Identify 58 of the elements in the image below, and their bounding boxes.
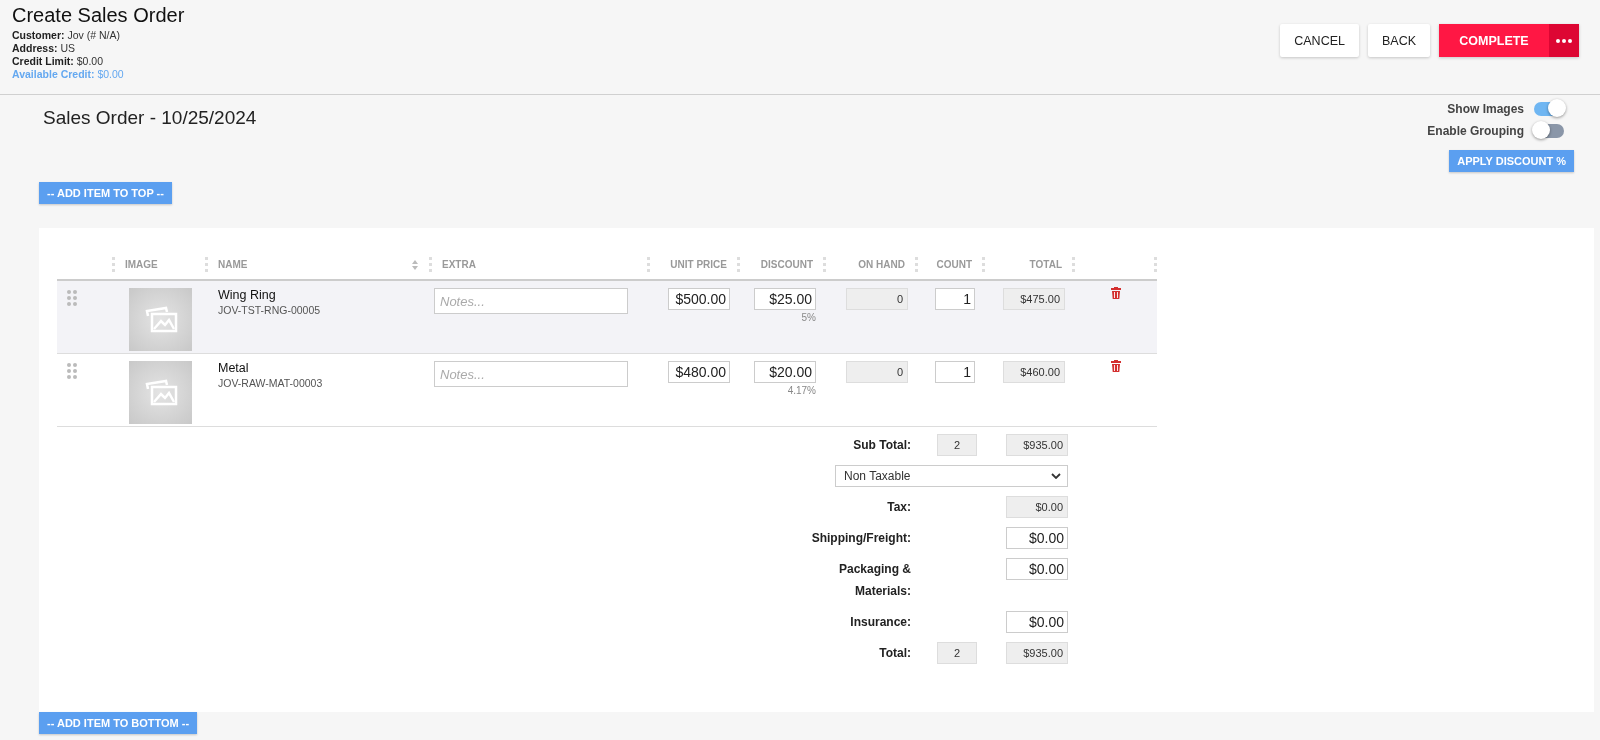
summary-label: Tax: bbox=[886, 499, 911, 516]
header-button[interactable]: CANCEL bbox=[1280, 24, 1359, 57]
sort-icon[interactable] bbox=[411, 258, 419, 271]
item-sku: JOV-RAW-MAT-00003 bbox=[218, 377, 323, 389]
item-name: Wing Ring bbox=[218, 288, 276, 302]
toggle-switch[interactable] bbox=[1534, 124, 1564, 138]
item-row[interactable]: Wing Ring JOV-TST-RNG-00005 Notes... $500.00 $25.00 5% 0 1 $475.00 bbox=[57, 281, 1157, 354]
header-button[interactable]: BACK bbox=[1367, 24, 1430, 57]
unit-price-field[interactable]: $480.00 bbox=[668, 361, 730, 383]
summary-input-field[interactable]: $0.00 bbox=[1006, 527, 1068, 549]
customer-info-line: Address: US bbox=[12, 42, 77, 55]
discount-percent: 4.17% bbox=[787, 385, 816, 396]
customer-info-line: Customer: Jov (# N/A) bbox=[12, 29, 121, 42]
line-total-value: $475.00 bbox=[1003, 288, 1065, 310]
customer-info-line: Credit Limit: $0.00 bbox=[12, 55, 105, 68]
item-sku: JOV-TST-RNG-00005 bbox=[218, 304, 321, 316]
on-hand-value: 0 bbox=[846, 288, 908, 310]
drag-handle-icon[interactable] bbox=[67, 290, 77, 306]
notes-field[interactable]: Notes... bbox=[434, 288, 628, 314]
summary-label: Packaging & Materials: bbox=[837, 561, 911, 600]
summary-label: Sub Total: bbox=[852, 437, 911, 454]
item-row[interactable]: Metal JOV-RAW-MAT-00003 Notes... $480.00 $20.00 4.17% 0 1 $460.00 bbox=[57, 354, 1157, 427]
item-name: Metal bbox=[218, 361, 249, 375]
summary-count: 2 bbox=[937, 642, 977, 664]
summary-value: $935.00 bbox=[1006, 434, 1068, 456]
image-icon bbox=[143, 305, 178, 334]
toggle-switch[interactable] bbox=[1534, 102, 1564, 116]
line-total-value: $460.00 bbox=[1003, 361, 1065, 383]
discount-field[interactable]: $25.00 bbox=[754, 288, 816, 310]
summary-value: $935.00 bbox=[1006, 642, 1068, 664]
complete-button[interactable]: COMPLETE bbox=[1439, 24, 1549, 57]
page-title: Create Sales Order bbox=[12, 3, 185, 27]
toggle-label: Show Images bbox=[1447, 102, 1524, 116]
more-icon bbox=[1556, 38, 1572, 43]
delete-icon[interactable] bbox=[1111, 360, 1121, 372]
summary-label: Shipping/Freight: bbox=[810, 530, 911, 547]
toggle-label: Enable Grouping bbox=[1427, 124, 1524, 138]
image-icon bbox=[143, 378, 178, 407]
order-title: Sales Order - 10/25/2024 bbox=[43, 107, 257, 129]
count-field[interactable]: 1 bbox=[935, 288, 975, 310]
summary-label: Total: bbox=[878, 645, 911, 662]
discount-percent: 5% bbox=[801, 312, 816, 323]
count-field[interactable]: 1 bbox=[935, 361, 975, 383]
notes-field[interactable]: Notes... bbox=[434, 361, 628, 387]
drag-handle-icon[interactable] bbox=[67, 363, 77, 379]
summary-count: 2 bbox=[937, 434, 977, 456]
summary-label: Insurance: bbox=[849, 614, 911, 631]
discount-field[interactable]: $20.00 bbox=[754, 361, 816, 383]
more-button[interactable] bbox=[1549, 24, 1579, 57]
summary-value: $0.00 bbox=[1006, 496, 1068, 518]
delete-icon[interactable] bbox=[1111, 287, 1121, 299]
on-hand-value: 0 bbox=[846, 361, 908, 383]
summary-input-field[interactable]: $0.00 bbox=[1006, 558, 1068, 580]
summary-input-field[interactable]: $0.00 bbox=[1006, 611, 1068, 633]
tax-select[interactable]: Non Taxable bbox=[835, 465, 1068, 487]
customer-info-line: Available Credit: $0.00 bbox=[12, 68, 125, 81]
chevron-down-icon bbox=[1051, 473, 1061, 479]
unit-price-field[interactable]: $500.00 bbox=[668, 288, 730, 310]
